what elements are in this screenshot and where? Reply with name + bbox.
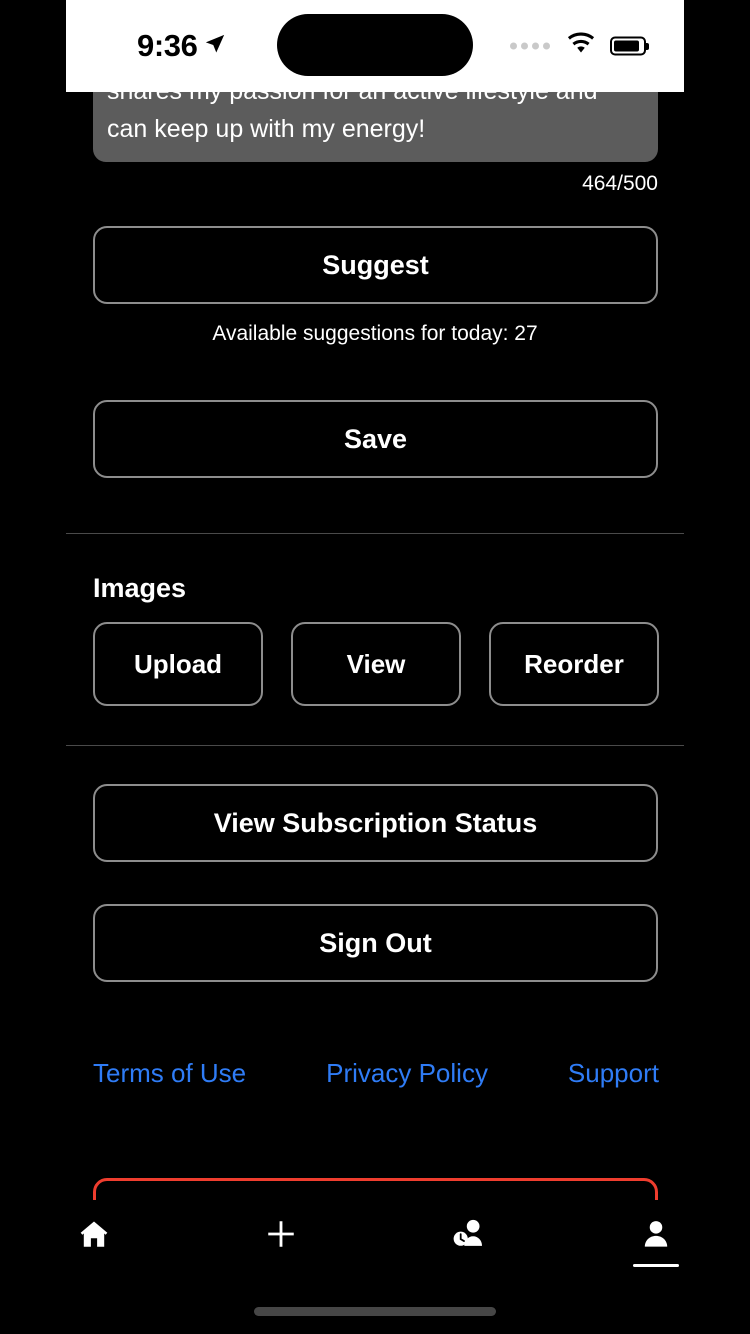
images-button-row: Upload View Reorder xyxy=(93,622,659,706)
footer-links: Terms of Use Privacy Policy Support xyxy=(93,1058,659,1089)
images-section-title: Images xyxy=(93,573,187,603)
location-arrow-icon xyxy=(204,33,226,60)
bio-character-counter: 464/500 xyxy=(582,172,658,195)
support-link[interactable]: Support xyxy=(568,1058,659,1089)
status-time-group: 9:36 xyxy=(137,28,226,64)
battery-icon xyxy=(610,36,646,56)
suggest-button[interactable]: Suggest xyxy=(93,226,658,304)
sign-out-button[interactable]: Sign Out xyxy=(93,904,658,982)
section-divider-top xyxy=(66,533,684,534)
tab-add[interactable] xyxy=(188,1214,376,1286)
tab-indicator-active xyxy=(633,1264,680,1267)
cellular-dots-icon xyxy=(510,42,550,50)
status-indicators xyxy=(510,32,646,60)
status-bar: 9:36 xyxy=(66,0,684,92)
dynamic-island xyxy=(277,14,473,76)
available-suggestions-text: Available suggestions for today: 27 xyxy=(212,322,538,345)
save-button[interactable]: Save xyxy=(93,400,658,478)
status-time: 9:36 xyxy=(137,28,198,63)
tab-pending[interactable] xyxy=(375,1214,563,1286)
tab-home[interactable] xyxy=(0,1214,188,1286)
section-divider-bottom xyxy=(66,745,684,746)
reorder-images-button[interactable]: Reorder xyxy=(489,622,659,706)
view-subscription-status-button[interactable]: View Subscription Status xyxy=(93,784,658,862)
plus-icon xyxy=(264,1214,298,1254)
wifi-icon xyxy=(566,32,596,60)
tab-profile[interactable] xyxy=(563,1214,750,1286)
upload-images-button[interactable]: Upload xyxy=(93,622,263,706)
person-clock-icon xyxy=(451,1214,487,1254)
person-icon xyxy=(640,1214,672,1254)
terms-of-use-link[interactable]: Terms of Use xyxy=(93,1058,246,1089)
home-icon xyxy=(77,1214,111,1254)
view-images-button[interactable]: View xyxy=(291,622,461,706)
home-indicator xyxy=(254,1307,496,1316)
privacy-policy-link[interactable]: Privacy Policy xyxy=(326,1058,488,1089)
app-screen: shares my passion for an active lifestyl… xyxy=(0,0,750,1334)
